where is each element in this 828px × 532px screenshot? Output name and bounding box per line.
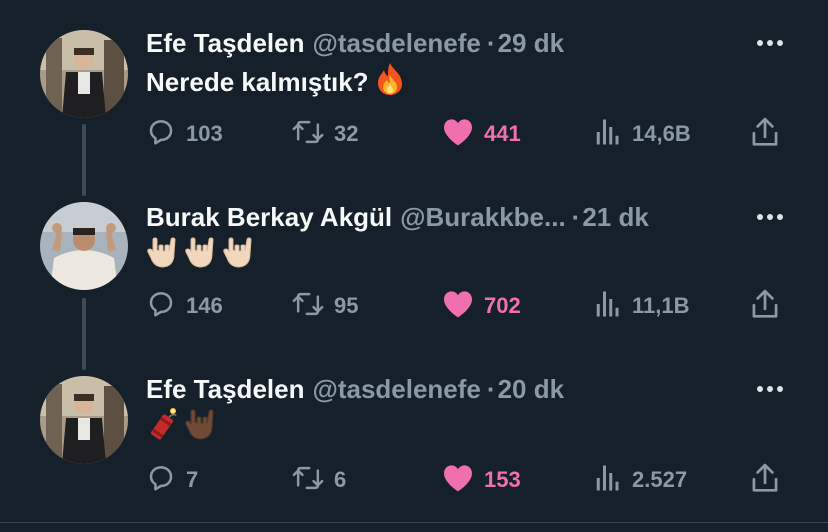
reply-icon [146, 289, 176, 324]
rock-hand-dark-icon [184, 408, 218, 449]
views-count: 2.527 [632, 467, 688, 492]
share-button[interactable] [750, 288, 780, 324]
heart-icon [442, 463, 474, 498]
like-count: 441 [484, 121, 521, 146]
retweet-count: 95 [334, 293, 359, 318]
retweet-button[interactable]: 6 [292, 462, 346, 498]
more-options-icon[interactable] [752, 374, 788, 404]
avatar[interactable] [40, 376, 128, 464]
heart-icon [442, 289, 474, 324]
retweet-button[interactable]: 95 [292, 288, 358, 324]
avatar[interactable] [40, 30, 128, 118]
tweet-content: Nerede kalmıştık? [146, 62, 405, 102]
rock-hand-icon [184, 236, 218, 277]
author-name[interactable]: Burak Berkay Akgül [146, 202, 392, 233]
author-handle[interactable]: @Burakkbe... [400, 202, 566, 233]
rock-hand-icon [146, 236, 180, 277]
views-button[interactable]: 14,6B [594, 116, 691, 152]
timestamp[interactable]: 21 dk [582, 202, 649, 233]
author-name[interactable]: Efe Taşdelen [146, 374, 304, 405]
share-icon [750, 462, 780, 499]
like-button[interactable]: 153 [442, 462, 521, 498]
like-count: 702 [484, 293, 521, 318]
retweet-count: 6 [334, 467, 347, 492]
reply-count: 146 [186, 293, 223, 318]
views-icon [594, 289, 622, 324]
more-options-icon[interactable] [752, 202, 788, 232]
reply-button[interactable]: 103 [146, 116, 223, 152]
views-count: 11,1B [632, 293, 690, 318]
divider [0, 522, 828, 523]
like-button[interactable]: 441 [442, 116, 521, 152]
retweet-icon [292, 289, 324, 324]
separator-dot: · [486, 27, 496, 58]
author-handle[interactable]: @tasdelenefe [312, 374, 480, 405]
more-options-icon[interactable] [752, 28, 788, 58]
views-count: 14,6B [632, 121, 691, 146]
reply-button[interactable]: 146 [146, 288, 223, 324]
reply-button[interactable]: 7 [146, 462, 198, 498]
reply-count: 7 [186, 467, 199, 492]
share-button[interactable] [750, 116, 780, 152]
timestamp[interactable]: 29 dk [498, 28, 565, 59]
fire-icon [375, 62, 405, 103]
views-icon [594, 463, 622, 498]
views-button[interactable]: 11,1B [594, 288, 690, 324]
tweet-content [146, 236, 256, 276]
share-icon [750, 116, 780, 153]
author-handle[interactable]: @tasdelenefe [312, 28, 480, 59]
retweet-button[interactable]: 32 [292, 116, 358, 152]
retweet-count: 32 [334, 121, 359, 146]
author-name[interactable]: Efe Taşdelen [146, 28, 304, 59]
retweet-icon [292, 463, 324, 498]
like-count: 153 [484, 467, 521, 492]
share-icon [750, 288, 780, 325]
reply-count: 103 [186, 121, 223, 146]
timestamp[interactable]: 20 dk [498, 374, 565, 405]
reply-icon [146, 463, 176, 498]
firecracker-icon [146, 407, 182, 450]
share-button[interactable] [750, 462, 780, 498]
retweet-icon [292, 117, 324, 152]
like-button[interactable]: 702 [442, 288, 521, 324]
tweet-content [146, 407, 218, 450]
separator-dot: · [571, 201, 581, 232]
separator-dot: · [486, 373, 496, 404]
rock-hand-icon [222, 236, 256, 277]
heart-icon [442, 117, 474, 152]
reply-icon [146, 117, 176, 152]
views-icon [594, 117, 622, 152]
views-button[interactable]: 2.527 [594, 462, 687, 498]
tweet-text: Nerede kalmıştık? [146, 66, 369, 97]
avatar[interactable] [40, 202, 128, 290]
